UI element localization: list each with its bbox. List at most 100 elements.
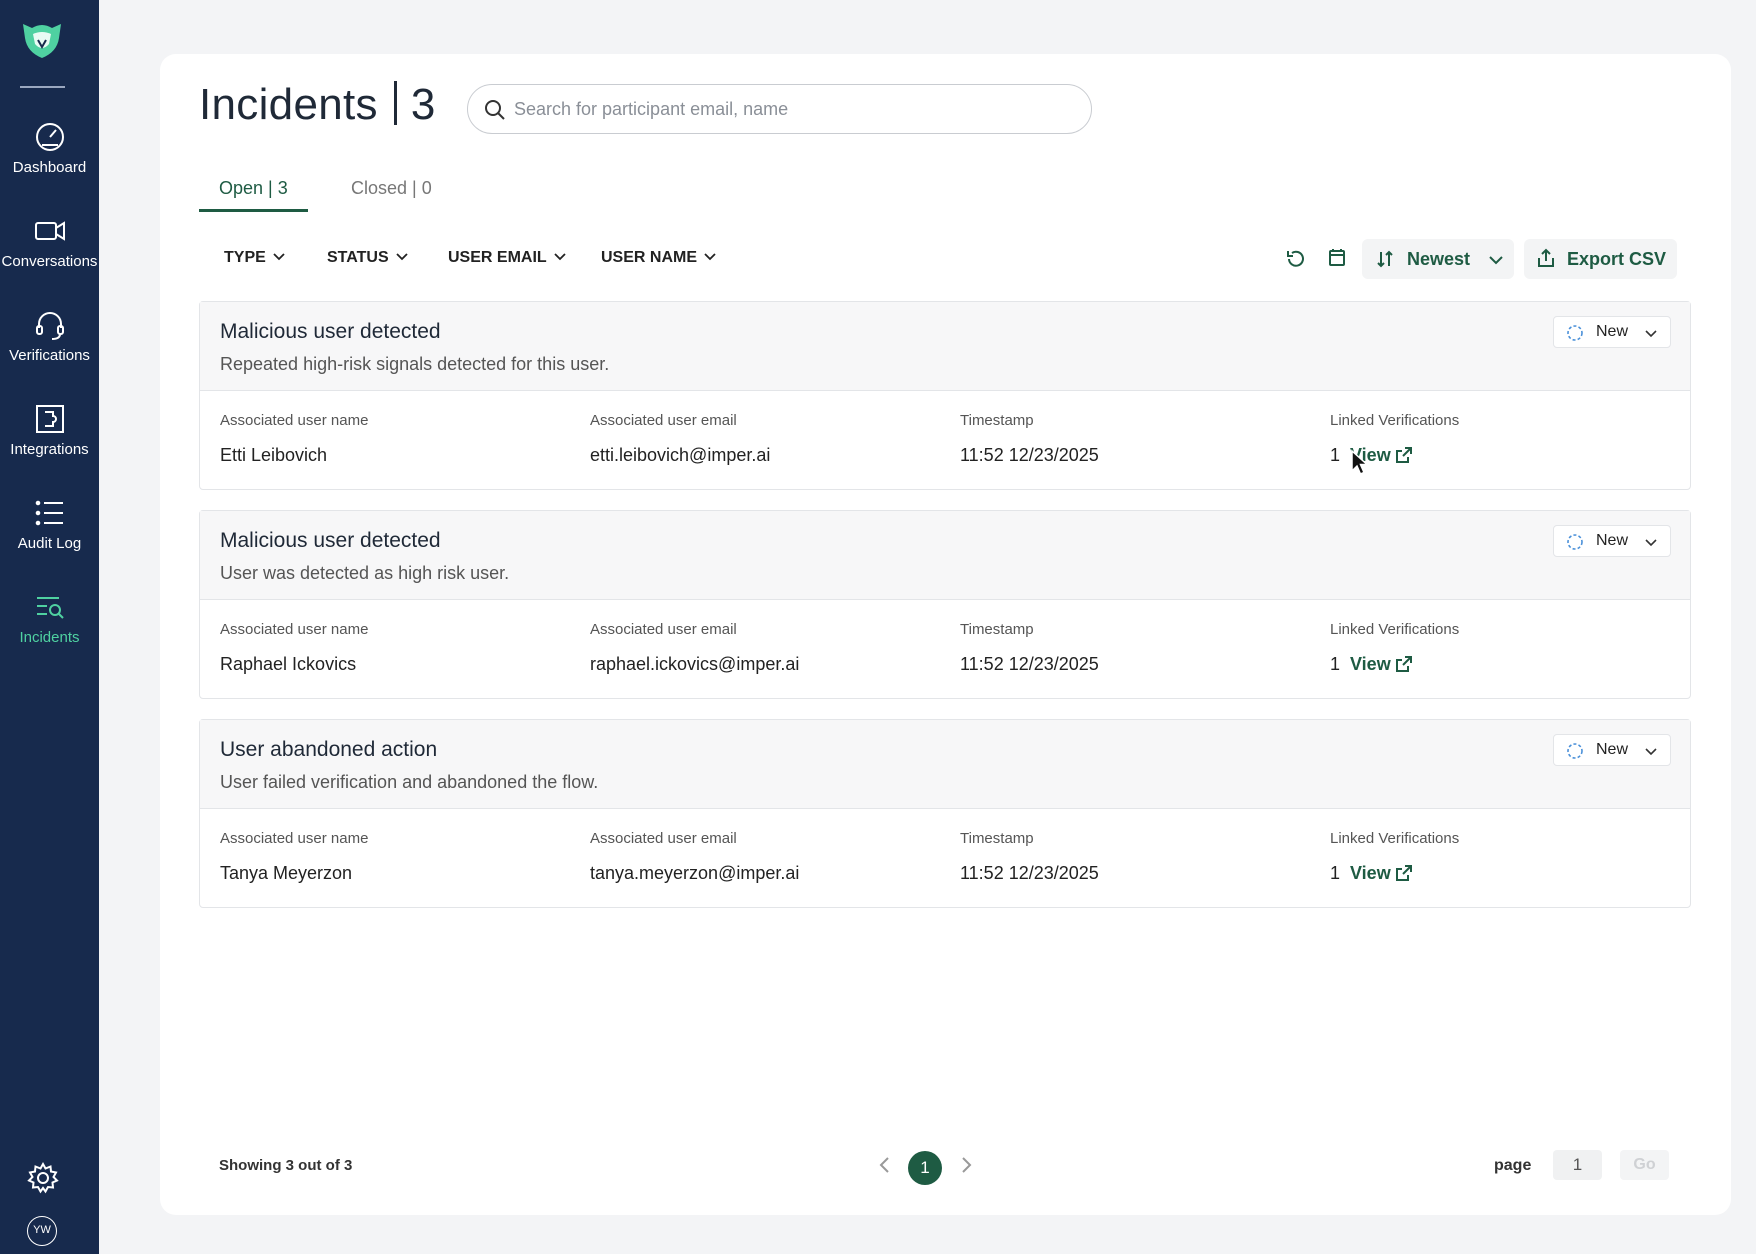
incident-description: User was detected as high risk user. — [220, 563, 510, 583]
page-title: Incidents 3 — [199, 80, 436, 130]
user-email-label: Associated user email — [590, 412, 737, 429]
sidebar-item-label: Dashboard — [12, 159, 87, 176]
gear-icon[interactable] — [26, 1161, 60, 1195]
filter-user-email[interactable]: USER EMAIL — [448, 238, 567, 278]
incident-title: Malicious user detected — [220, 529, 441, 552]
incident-header: Malicious user detected User was detecte… — [200, 511, 1690, 600]
external-link-icon[interactable] — [1394, 654, 1414, 674]
external-link-icon[interactable] — [1394, 445, 1414, 465]
sidebar-item-conversations[interactable]: Conversations — [0, 214, 99, 290]
chevron-down-icon — [1489, 256, 1503, 265]
go-button[interactable]: Go — [1620, 1150, 1669, 1180]
sidebar-item-verifications[interactable]: Verifications — [0, 308, 99, 384]
export-csv-button[interactable]: Export CSV — [1524, 239, 1677, 279]
page-button-current[interactable]: 1 — [908, 1151, 942, 1185]
user-name-label: Associated user name — [220, 621, 369, 638]
results-count: Showing 3 out of 3 — [219, 1157, 353, 1174]
chevron-down-icon — [1645, 330, 1657, 338]
video-camera-icon — [34, 221, 65, 241]
timestamp-label: Timestamp — [960, 621, 1034, 638]
logo-icon[interactable] — [19, 20, 65, 60]
page-title-text: Incidents — [199, 80, 378, 129]
timestamp-label: Timestamp — [960, 830, 1034, 847]
sidebar-item-label: Conversations — [1, 253, 98, 270]
mouse-cursor-icon — [1351, 449, 1369, 475]
sort-dropdown[interactable]: Newest — [1362, 239, 1514, 279]
page-title-count: 3 — [410, 80, 436, 129]
sidebar-item-label: Incidents — [19, 629, 80, 646]
status-dropdown[interactable]: New — [1553, 525, 1671, 557]
user-name-value: Tanya Meyerzon — [220, 863, 353, 883]
filter-type[interactable]: TYPE — [224, 238, 286, 278]
user-email-value: raphael.ickovics@imper.ai — [590, 654, 800, 674]
sidebar-item-label: Verifications — [9, 347, 90, 364]
page-jump-input[interactable] — [1553, 1150, 1602, 1180]
avatar[interactable]: YW — [27, 1216, 57, 1246]
linked-verifications-label: Linked Verifications — [1330, 621, 1460, 638]
timestamp-value: 11:52 12/23/2025 — [960, 445, 1099, 465]
status-dropdown[interactable]: New — [1553, 316, 1671, 348]
sort-arrows-icon — [1377, 250, 1393, 268]
search-input[interactable] — [514, 85, 1074, 133]
user-email-label: Associated user email — [590, 830, 737, 847]
user-name-label: Associated user name — [220, 412, 369, 429]
page-jump-label: page — [1494, 1157, 1532, 1174]
incident-card: User abandoned action User failed verifi… — [199, 719, 1691, 908]
view-link[interactable]: View — [1350, 654, 1391, 675]
sidebar: Dashboard Conversations Verifications In… — [0, 0, 99, 1254]
incident-title: Malicious user detected — [220, 320, 441, 343]
filter-user-email-label: USER EMAIL — [448, 249, 547, 266]
user-email-value: tanya.meyerzon@imper.ai — [590, 863, 800, 883]
export-label: Export CSV — [1567, 249, 1667, 269]
tab-bar: Open | 3 Closed | 0 — [199, 172, 799, 212]
incident-header: Malicious user detected Repeated high-ri… — [200, 302, 1690, 391]
sidebar-item-incidents[interactable]: Incidents — [0, 590, 99, 666]
filter-user-name-label: USER NAME — [601, 249, 698, 266]
status-new-icon — [1567, 325, 1583, 341]
chevron-down-icon — [554, 253, 566, 261]
sidebar-item-audit-log[interactable]: Audit Log — [0, 496, 99, 572]
timestamp-value: 11:52 12/23/2025 — [960, 654, 1099, 674]
status-new-icon — [1567, 743, 1583, 759]
headset-icon — [35, 312, 64, 340]
user-name-value: Etti Leibovich — [220, 445, 328, 465]
filter-status-label: STATUS — [327, 249, 389, 266]
sidebar-item-integrations[interactable]: Integrations — [0, 402, 99, 478]
search-box — [467, 84, 1092, 134]
chevron-down-icon — [1645, 748, 1657, 756]
sidebar-item-dashboard[interactable]: Dashboard — [0, 120, 99, 196]
tab-open[interactable]: Open | 3 — [199, 172, 308, 212]
incident-card: Malicious user detected User was detecte… — [199, 510, 1691, 699]
incident-card: Malicious user detected Repeated high-ri… — [199, 301, 1691, 490]
external-link-icon[interactable] — [1394, 863, 1414, 883]
user-email-label: Associated user email — [590, 621, 737, 638]
status-new-icon — [1567, 534, 1583, 550]
chevron-down-icon — [395, 253, 408, 261]
incident-description: User failed verification and abandoned t… — [220, 772, 599, 792]
status-label: New — [1596, 532, 1629, 549]
refresh-icon[interactable] — [1282, 245, 1310, 273]
export-icon — [1538, 248, 1554, 267]
calendar-icon[interactable] — [1323, 244, 1351, 272]
filter-user-name[interactable]: USER NAME — [601, 238, 717, 278]
chevron-down-icon — [704, 253, 716, 261]
user-email-value: etti.leibovich@imper.ai — [590, 445, 771, 465]
chevron-right-icon[interactable] — [952, 1151, 980, 1179]
chevron-down-icon — [273, 253, 285, 261]
linked-verifications-label: Linked Verifications — [1330, 830, 1460, 847]
speedometer-icon — [35, 123, 64, 151]
incident-title: User abandoned action — [220, 738, 438, 761]
view-link[interactable]: View — [1350, 863, 1391, 884]
tab-closed[interactable]: Closed | 0 — [331, 172, 452, 212]
chevron-left-icon[interactable] — [871, 1151, 899, 1179]
sidebar-divider — [20, 86, 65, 88]
filter-status[interactable]: STATUS — [327, 238, 409, 278]
timestamp-value: 11:52 12/23/2025 — [960, 863, 1099, 883]
incident-header: User abandoned action User failed verifi… — [200, 720, 1690, 809]
filter-bar: TYPE STATUS USER EMAIL USER NAME — [199, 238, 799, 278]
linked-count: 1 — [1330, 863, 1341, 883]
list-icon — [35, 500, 63, 526]
status-label: New — [1596, 741, 1629, 758]
status-label: New — [1596, 323, 1629, 340]
status-dropdown[interactable]: New — [1553, 734, 1671, 766]
